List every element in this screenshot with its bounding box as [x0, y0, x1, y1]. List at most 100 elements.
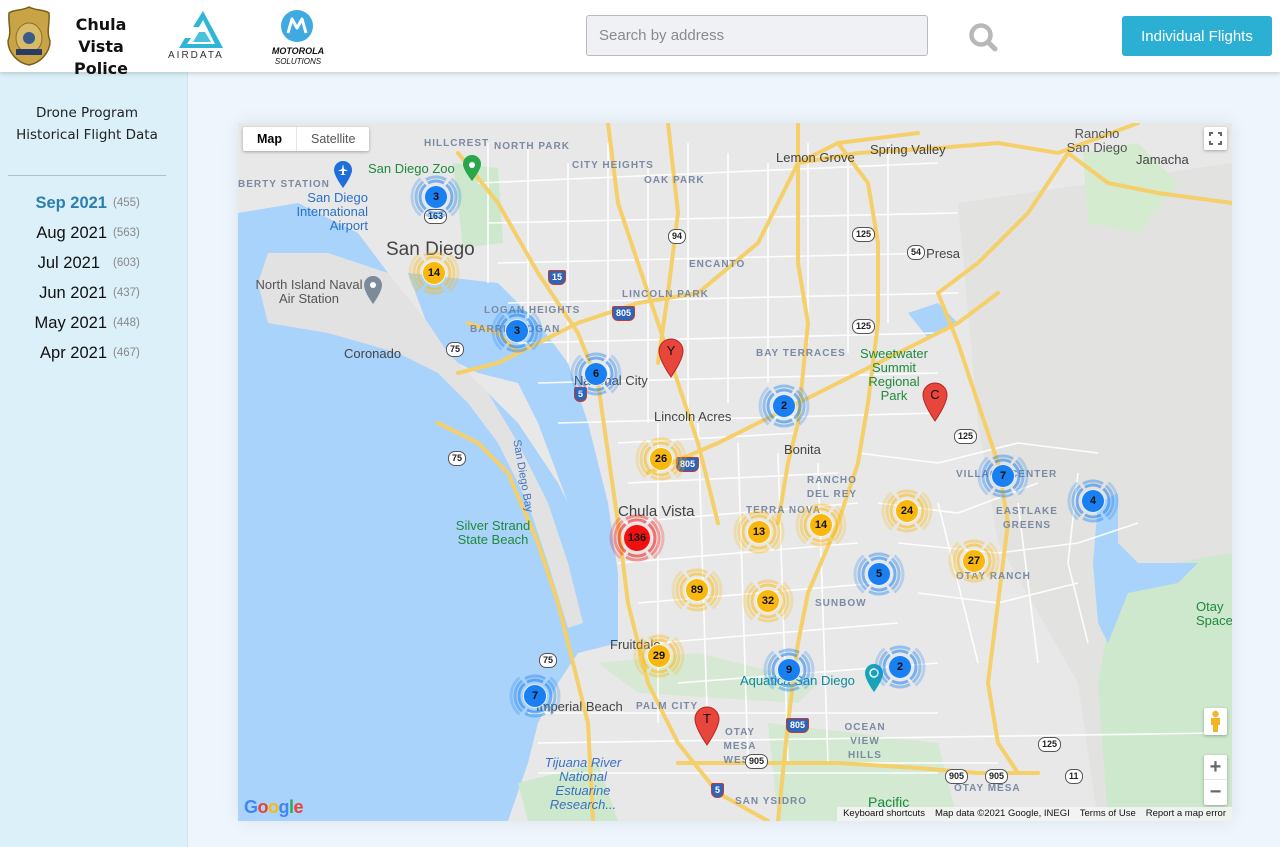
sidebar: Drone Program Historical Flight Data Sep…	[0, 72, 188, 847]
flight-cluster-marker[interactable]: 9	[759, 640, 819, 700]
flight-cluster-marker[interactable]: 27	[944, 531, 1004, 591]
zoom-in-button[interactable]: +	[1204, 755, 1227, 780]
keyboard-shortcuts-link[interactable]: Keyboard shortcuts	[843, 807, 925, 821]
flight-cluster-marker[interactable]: 4	[1063, 471, 1123, 531]
cluster-ring-arc	[757, 616, 779, 623]
individual-flights-button[interactable]: Individual Flights	[1122, 16, 1272, 56]
cluster-count: 26	[649, 447, 673, 471]
month-item-aug-2021[interactable]: Aug 2021 (563)	[0, 220, 188, 250]
cluster-ring-arc	[775, 388, 793, 394]
flight-cluster-marker[interactable]: 14	[791, 495, 851, 555]
flight-cluster-marker[interactable]: 14	[404, 243, 464, 303]
cluster-ring-arc	[748, 547, 770, 554]
month-item-sep-2021[interactable]: Sep 2021 (455)	[0, 190, 188, 220]
cluster-ring-arc	[780, 682, 798, 688]
flight-cluster-marker[interactable]: 2	[870, 637, 930, 697]
zoom-out-button[interactable]: −	[1204, 780, 1227, 805]
cluster-ring-arc	[889, 645, 911, 652]
cluster-ring-arc	[1084, 483, 1102, 489]
flight-cluster-marker[interactable]: 7	[973, 446, 1033, 506]
month-item-jun-2021[interactable]: Jun 2021 (437)	[0, 280, 188, 310]
cluster-count: 29	[647, 644, 671, 668]
cluster-ring-arc	[425, 255, 443, 261]
cluster-ring-arc	[965, 573, 983, 579]
cluster-ring-arc	[686, 568, 708, 575]
cluster-ring-arc	[748, 510, 770, 517]
cluster-ring-arc	[965, 543, 983, 549]
cluster-ring-arc	[775, 418, 793, 424]
month-item-apr-2021[interactable]: Apr 2021 (467)	[0, 340, 188, 370]
cluster-ring-arc	[427, 209, 445, 215]
cluster-ring-arc	[1082, 479, 1104, 486]
cluster-count: 89	[685, 578, 709, 602]
zoom-control: + −	[1204, 755, 1227, 805]
incident-pin-c[interactable]: C	[922, 382, 948, 422]
cluster-ring-arc	[994, 488, 1012, 494]
flight-cluster-marker[interactable]: 89	[667, 560, 727, 620]
cluster-ring-arc	[773, 421, 795, 428]
map-type-control: Map Satellite	[243, 127, 370, 151]
map-type-map-button[interactable]: Map	[243, 127, 297, 151]
cluster-ring-arc	[896, 526, 918, 533]
map-type-satellite-button[interactable]: Satellite	[297, 127, 369, 151]
cluster-ring-arc	[898, 493, 916, 499]
cluster-ring-arc	[524, 674, 546, 681]
cluster-count: 4	[1081, 489, 1105, 513]
search-button[interactable]	[966, 20, 1000, 54]
cluster-ring-arc	[773, 384, 795, 391]
cluster-ring-arc	[686, 605, 708, 612]
address-search-input[interactable]	[586, 15, 928, 56]
cluster-count: 14	[809, 513, 833, 537]
flight-cluster-marker[interactable]: 136	[607, 508, 667, 568]
cluster-count: 7	[523, 684, 547, 708]
cluster-count: 7	[991, 464, 1015, 488]
flight-cluster-marker[interactable]: 3	[406, 167, 466, 227]
flight-cluster-marker[interactable]: 24	[877, 481, 937, 541]
cluster-ring-arc	[868, 589, 890, 596]
cluster-ring-arc	[963, 576, 985, 583]
cluster-count: 3	[505, 319, 529, 343]
flight-cluster-marker[interactable]: 29	[629, 626, 689, 686]
cluster-ring-arc	[810, 540, 832, 547]
flight-cluster-marker[interactable]: 3	[487, 301, 547, 361]
cluster-count: 13	[747, 520, 771, 544]
cluster-ring-arc	[810, 503, 832, 510]
cluster-ring-arc	[994, 458, 1012, 464]
cluster-count: 5	[867, 562, 891, 586]
month-item-jul-2021[interactable]: Jul 2021 (603)	[0, 250, 188, 280]
report-map-error-link[interactable]: Report a map error	[1146, 807, 1226, 821]
cluster-ring-arc	[688, 602, 706, 608]
brand-name: Chula Vista Police	[73, 15, 129, 78]
incident-pin-y[interactable]: Y	[658, 338, 684, 378]
cluster-count: 24	[895, 499, 919, 523]
incident-pin-t[interactable]: T	[694, 706, 720, 746]
google-logo[interactable]: Google	[244, 797, 304, 818]
cluster-ring-arc	[963, 539, 985, 546]
search-icon	[969, 23, 998, 52]
cluster-count: 136	[623, 524, 651, 552]
flight-cluster-marker[interactable]: 6	[566, 344, 626, 404]
cluster-ring-arc	[780, 652, 798, 658]
flight-map[interactable]: Map Satellite HILLCREST NORTH PARK CITY …	[238, 123, 1232, 821]
month-item-may-2021[interactable]: May 2021 (448)	[0, 310, 188, 340]
cluster-ring-arc	[425, 285, 443, 291]
flight-cluster-marker[interactable]: 26	[631, 429, 691, 489]
street-view-pegman-button[interactable]	[1204, 708, 1227, 735]
header: Chula Vista Police AIRDATA MOTOROLA SOLU…	[0, 0, 1280, 78]
cluster-ring-arc	[650, 668, 668, 674]
cluster-count: 3	[424, 185, 448, 209]
flight-cluster-marker[interactable]: 2	[754, 376, 814, 436]
cluster-ring-arc	[627, 518, 647, 524]
terms-of-use-link[interactable]: Terms of Use	[1080, 807, 1136, 821]
airdata-wordmark: AIRDATA	[168, 50, 224, 61]
cluster-ring-arc	[652, 441, 670, 447]
flight-cluster-marker[interactable]: 13	[729, 502, 789, 562]
flight-cluster-marker[interactable]: 5	[849, 544, 909, 604]
cluster-ring-arc	[423, 251, 445, 258]
fullscreen-button[interactable]	[1204, 127, 1227, 150]
flight-cluster-marker[interactable]: 7	[505, 666, 565, 726]
flight-cluster-marker[interactable]: 32	[738, 571, 798, 631]
cluster-ring-arc	[889, 682, 911, 689]
cluster-ring-arc	[812, 507, 830, 513]
cluster-ring-arc	[526, 708, 544, 714]
